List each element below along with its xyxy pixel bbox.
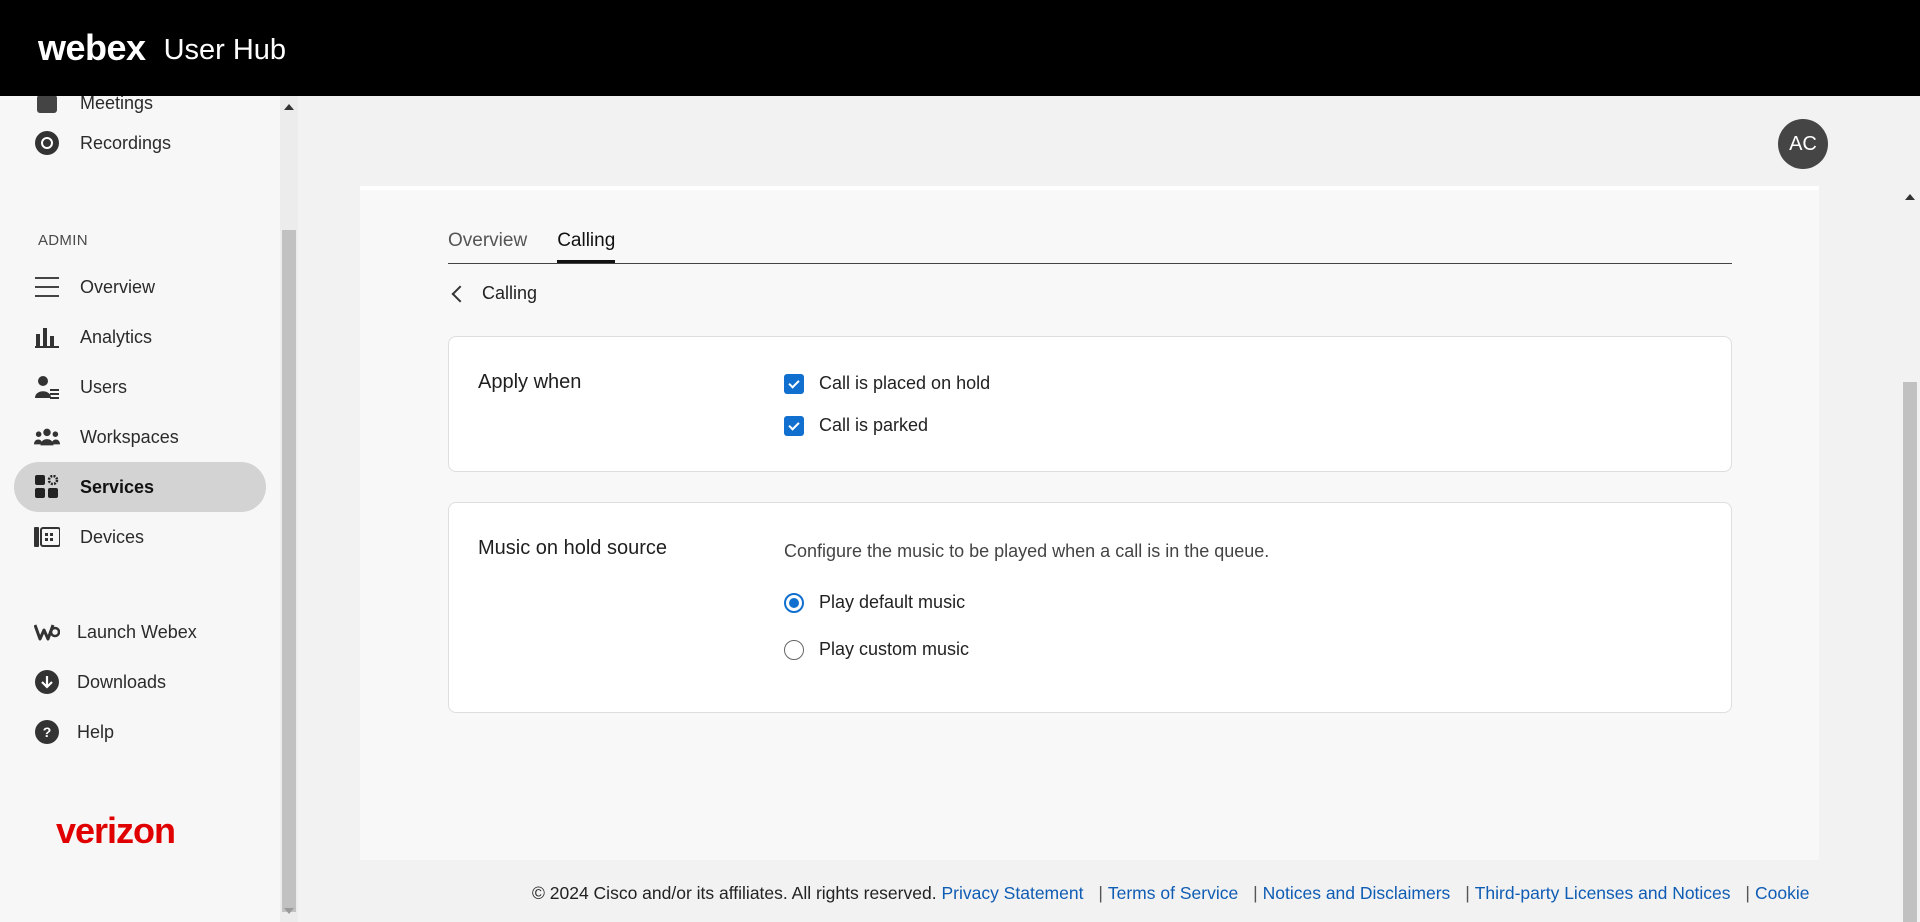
sidebar-item-recordings[interactable]: Recordings: [14, 118, 266, 168]
hold-checkbox[interactable]: [784, 373, 804, 394]
parked-checkbox[interactable]: [784, 415, 804, 436]
launch-webex-link[interactable]: Launch Webex: [14, 607, 266, 657]
copyright-text: © 2024 Cisco and/or its affiliates. All …: [532, 883, 937, 903]
terms-of-service-link[interactable]: Terms of Service: [1108, 883, 1238, 903]
scroll-up-arrow-icon[interactable]: [284, 104, 294, 110]
sidebar-item-services[interactable]: Services: [14, 462, 266, 512]
check-icon: [788, 376, 800, 389]
parked-checkbox-option[interactable]: Call is parked: [784, 415, 928, 436]
back-link[interactable]: Calling: [448, 283, 537, 304]
calendar-icon: [34, 96, 60, 116]
sidebar-item-label: Services: [80, 476, 155, 497]
apply-when-title: Apply when: [478, 371, 582, 393]
svg-text:?: ?: [43, 724, 52, 740]
sidebar-item-label: Meetings: [80, 96, 154, 113]
sidebar-item-label: Users: [80, 376, 128, 397]
sidebar-item-label: Help: [77, 721, 115, 742]
radio-dot: [789, 597, 799, 608]
footer-separator: |: [1465, 883, 1470, 903]
third-party-licenses-link[interactable]: Third-party Licenses and Notices: [1475, 883, 1731, 903]
tab-bar: Overview Calling: [448, 230, 1732, 264]
workspaces-icon: [34, 424, 60, 450]
scrollbar-thumb[interactable]: [1903, 382, 1917, 922]
hold-checkbox-option[interactable]: Call is placed on hold: [784, 373, 990, 394]
avatar[interactable]: AC: [1778, 119, 1828, 169]
sidebar-item-label: Downloads: [77, 671, 167, 692]
main-panel: Overview Calling Calling Apply when Call…: [360, 186, 1819, 860]
sidebar-item-analytics[interactable]: Analytics: [14, 312, 266, 362]
users-icon: [34, 374, 60, 400]
checkbox-label: Call is placed on hold: [819, 373, 991, 393]
sidebar-item-label: Overview: [80, 276, 156, 297]
custom-music-option[interactable]: Play custom music: [784, 639, 969, 660]
back-link-label: Calling: [482, 283, 538, 303]
tab-overview[interactable]: Overview: [448, 230, 527, 263]
main-scrollbar[interactable]: [1900, 186, 1920, 922]
downloads-link[interactable]: Downloads: [14, 657, 266, 707]
sidebar-item-label: Recordings: [80, 132, 172, 153]
overview-icon: [34, 274, 60, 300]
scrollbar-thumb[interactable]: [282, 230, 296, 912]
download-icon: [34, 669, 60, 695]
webex-logo[interactable]: webex: [38, 27, 146, 69]
webex-logo-icon: [34, 619, 60, 645]
sidebar-item-label: Launch Webex: [77, 621, 197, 642]
sidebar-item-users[interactable]: Users: [14, 362, 266, 412]
admin-section-label: ADMIN: [38, 232, 88, 249]
services-icon: [34, 474, 60, 500]
default-music-radio[interactable]: [784, 592, 804, 613]
tab-calling[interactable]: Calling: [557, 230, 616, 263]
footer-separator: |: [1098, 883, 1103, 903]
default-music-option[interactable]: Play default music: [784, 592, 965, 613]
devices-icon: [34, 524, 60, 550]
sidebar-scrollbar[interactable]: [280, 96, 298, 922]
product-title: User Hub: [163, 33, 287, 66]
radio-label: Play custom music: [819, 639, 970, 659]
custom-music-radio[interactable]: [784, 639, 804, 660]
top-bar: webex User Hub: [0, 0, 1920, 96]
footer-separator: |: [1253, 883, 1258, 903]
sidebar-item-label: Analytics: [80, 326, 153, 347]
check-icon: [788, 418, 800, 431]
chevron-left-icon: [451, 285, 469, 302]
sidebar-item-overview[interactable]: Overview: [14, 262, 266, 312]
radio-label: Play default music: [819, 592, 966, 612]
privacy-statement-link[interactable]: Privacy Statement: [941, 883, 1083, 903]
apply-when-card: Apply when Call is placed on hold Call i…: [448, 336, 1732, 472]
sidebar-item-devices[interactable]: Devices: [14, 512, 266, 562]
music-source-description: Configure the music to be played when a …: [784, 541, 1270, 561]
sidebar: Meetings Recordings ADMIN Overview Analy…: [0, 96, 280, 922]
music-source-title: Music on hold source: [478, 537, 667, 559]
analytics-icon: [34, 324, 60, 350]
sidebar-item-workspaces[interactable]: Workspaces: [14, 412, 266, 462]
music-source-card: Music on hold source Configure the music…: [448, 502, 1732, 713]
help-icon: ?: [34, 719, 60, 745]
scroll-up-arrow-icon[interactable]: [1905, 194, 1915, 200]
footer-separator: |: [1745, 883, 1750, 903]
sidebar-item-label: Devices: [80, 526, 145, 547]
recording-icon: [34, 130, 60, 156]
notices-disclaimers-link[interactable]: Notices and Disclaimers: [1263, 883, 1451, 903]
cookie-link[interactable]: Cookie: [1755, 883, 1809, 903]
footer: © 2024 Cisco and/or its affiliates. All …: [532, 883, 1809, 904]
help-link[interactable]: ? Help: [14, 707, 266, 757]
verizon-logo: verizon: [56, 810, 176, 851]
scroll-down-arrow-icon[interactable]: [284, 908, 294, 914]
checkbox-label: Call is parked: [819, 415, 929, 435]
sidebar-item-label: Workspaces: [80, 426, 179, 447]
